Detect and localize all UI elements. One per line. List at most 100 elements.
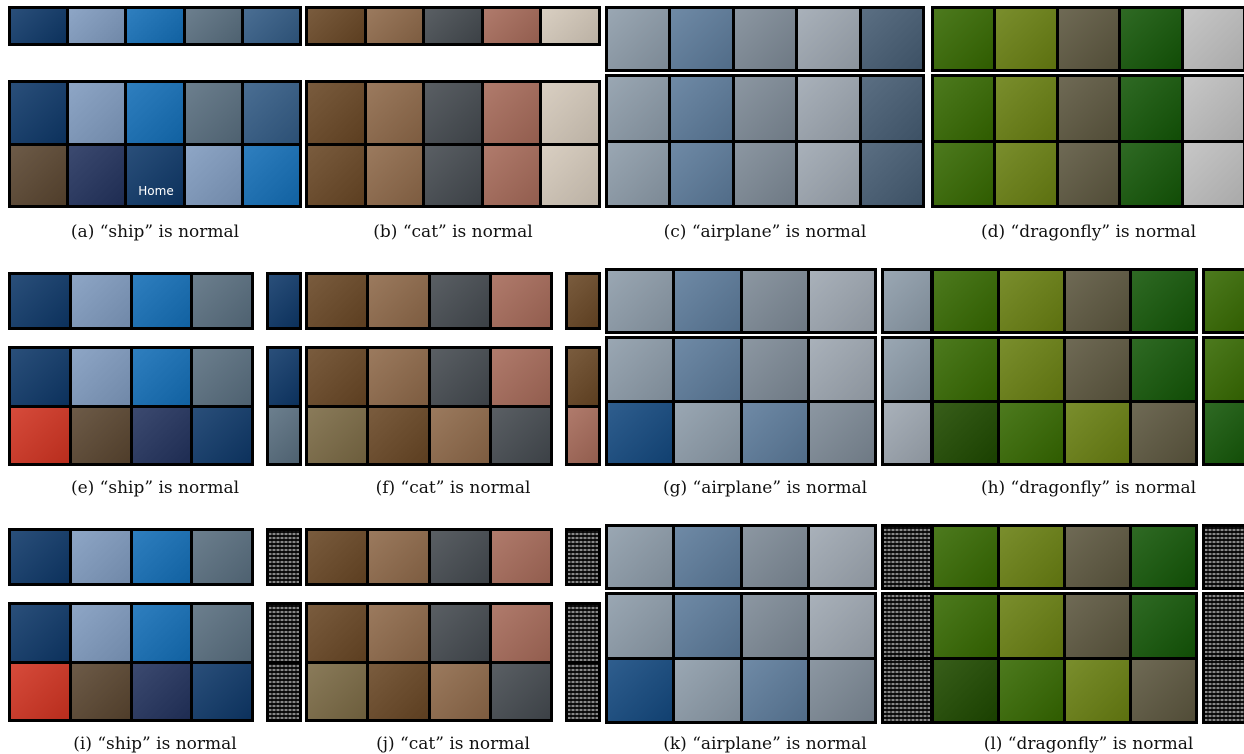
anomaly-strip — [605, 524, 877, 590]
image-tile — [11, 407, 69, 463]
image-tile — [1058, 9, 1119, 69]
image-tile — [1132, 402, 1195, 463]
image-tile — [491, 605, 550, 661]
image-tile — [742, 659, 807, 721]
image-tile — [71, 531, 130, 583]
image-tile — [1066, 527, 1129, 587]
image-tile — [1066, 402, 1129, 463]
image-tile — [71, 407, 130, 463]
image-tile — [934, 595, 997, 657]
image-tile — [132, 275, 191, 327]
image-tile — [308, 349, 367, 405]
image-tile — [193, 663, 251, 719]
pattern-column — [1202, 592, 1244, 724]
image-tile — [742, 402, 807, 463]
image-tile — [243, 145, 299, 205]
image-tile — [193, 349, 251, 405]
image-tile — [809, 527, 874, 587]
anomaly-strip — [605, 268, 877, 334]
image-tile — [1000, 402, 1063, 463]
image-tile — [366, 83, 423, 143]
anomaly-strip — [931, 524, 1198, 590]
image-tile — [69, 145, 125, 205]
image-tile — [69, 83, 125, 143]
anomaly-strip — [8, 528, 254, 586]
subfigure-caption: (g) “airplane” is normal — [662, 478, 868, 498]
image-tile — [483, 9, 540, 43]
image-tile — [430, 349, 489, 405]
image-tile — [1183, 9, 1243, 69]
reconstruction — [1202, 268, 1244, 334]
image-tile — [1000, 595, 1063, 657]
image-tile — [608, 527, 673, 587]
image-tile — [1121, 9, 1181, 69]
image-tile — [71, 605, 130, 661]
image-tile — [1205, 339, 1244, 400]
image-tile — [369, 407, 428, 463]
image-tile — [308, 407, 367, 463]
image-tile — [308, 9, 364, 43]
image-tile — [884, 595, 930, 657]
image-tile — [491, 349, 550, 405]
anomaly-strip — [8, 6, 302, 46]
image-tile — [934, 339, 997, 400]
image-tile — [671, 77, 732, 140]
image-tile — [884, 271, 930, 331]
image-tile — [366, 145, 423, 205]
reconstruction — [1202, 336, 1244, 466]
pattern-column — [266, 602, 302, 722]
anomaly-strip — [305, 272, 553, 330]
image-tile — [568, 275, 598, 327]
image-tile — [483, 145, 540, 205]
normal-grid — [8, 602, 254, 722]
image-tile — [430, 531, 489, 583]
image-tile — [1066, 339, 1129, 400]
image-tile — [369, 349, 428, 405]
reconstruction — [565, 272, 601, 330]
image-tile — [742, 339, 807, 400]
image-tile — [798, 9, 859, 69]
image-tile — [308, 663, 367, 719]
image-tile — [1000, 659, 1063, 721]
image-tile — [185, 145, 241, 205]
image-tile — [675, 271, 740, 331]
image-tile — [934, 142, 994, 205]
image-tile — [369, 663, 428, 719]
pattern-column — [565, 528, 601, 586]
image-tile — [491, 531, 550, 583]
image-tile — [308, 531, 367, 583]
image-tile — [193, 275, 251, 327]
subfigure-caption: (l) “dragonfly” is normal — [983, 734, 1194, 754]
image-tile — [308, 275, 367, 327]
image-tile — [608, 402, 673, 463]
image-tile — [185, 9, 241, 43]
pattern-column — [266, 528, 302, 586]
image-tile — [71, 663, 130, 719]
image-tile — [269, 531, 299, 583]
normal-grid — [931, 336, 1198, 466]
image-tile — [369, 275, 428, 327]
anomaly-strip — [8, 272, 254, 330]
image-tile — [734, 9, 796, 69]
anomaly-strip — [931, 6, 1244, 72]
normal-grid — [8, 346, 254, 466]
image-tile — [491, 275, 550, 327]
image-tile — [269, 275, 299, 327]
image-tile — [366, 9, 423, 43]
reconstruction — [881, 268, 933, 334]
image-tile — [568, 663, 598, 719]
image-tile — [934, 271, 997, 331]
pattern-column — [881, 524, 933, 590]
image-tile — [861, 142, 922, 205]
image-tile — [243, 9, 299, 43]
image-tile — [934, 527, 997, 587]
image-tile — [675, 659, 740, 721]
anomaly-strip — [931, 268, 1198, 334]
image-tile — [934, 9, 994, 69]
image-tile — [71, 349, 130, 405]
image-tile — [542, 83, 598, 143]
image-tile — [884, 402, 930, 463]
image-tile — [269, 663, 299, 719]
image-tile — [132, 349, 191, 405]
image-tile — [269, 349, 299, 405]
